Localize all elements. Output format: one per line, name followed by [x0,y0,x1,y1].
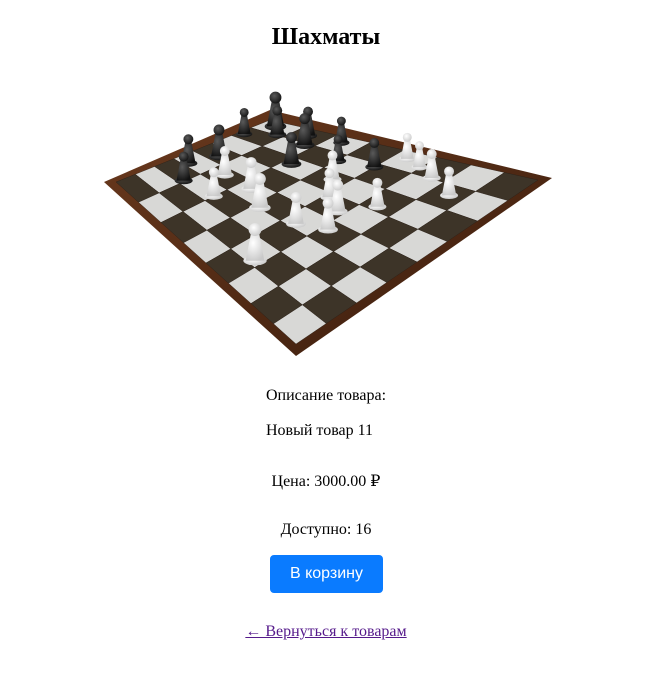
page-title: Шахматы [271,24,381,50]
back-link-wrapper: ← Вернуться к товарам [0,623,652,641]
add-to-cart-button[interactable]: В корзину [270,555,383,593]
product-image [104,91,552,356]
product-stock: Доступно: 16 [280,521,372,538]
back-to-products-link[interactable]: ← Вернуться к товарам [245,623,406,640]
product-page: Шахматы Описание товара: Новый товар 11 … [0,0,668,694]
product-price: Цена: 3000.00 ₽ [271,473,381,490]
description-label: Описание товара: [265,387,387,404]
product-description: Новый товар 11 [266,422,374,439]
